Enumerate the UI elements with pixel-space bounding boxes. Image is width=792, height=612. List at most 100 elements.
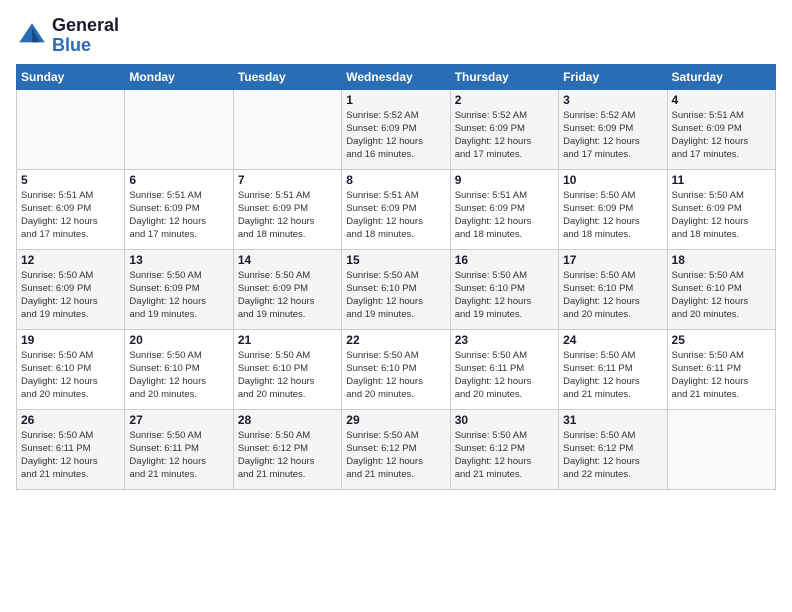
day-number: 25 — [672, 333, 771, 347]
day-info: Sunrise: 5:50 AM Sunset: 6:10 PM Dayligh… — [129, 349, 228, 402]
day-info: Sunrise: 5:50 AM Sunset: 6:10 PM Dayligh… — [21, 349, 120, 402]
calendar-day-header: Monday — [125, 64, 233, 89]
calendar-cell: 10 Sunrise: 5:50 AM Sunset: 6:09 PM Dayli… — [559, 169, 667, 249]
calendar-cell: 4 Sunrise: 5:51 AM Sunset: 6:09 PM Daylig… — [667, 89, 775, 169]
day-info: Sunrise: 5:50 AM Sunset: 6:10 PM Dayligh… — [238, 349, 337, 402]
day-info: Sunrise: 5:50 AM Sunset: 6:11 PM Dayligh… — [563, 349, 662, 402]
day-info: Sunrise: 5:50 AM Sunset: 6:11 PM Dayligh… — [672, 349, 771, 402]
calendar-cell: 17Sunrise: 5:50 AM Sunset: 6:10 PM Dayli… — [559, 249, 667, 329]
day-number: 30 — [455, 413, 554, 427]
day-info: Sunrise: 5:50 AM Sunset: 6:09 PM Dayligh… — [672, 189, 771, 242]
day-info: Sunrise: 5:50 AM Sunset: 6:10 PM Dayligh… — [672, 269, 771, 322]
day-number: 3 — [563, 93, 662, 107]
day-info: Sunrise: 5:50 AM Sunset: 6:10 PM Dayligh… — [455, 269, 554, 322]
day-info: Sunrise: 5:51 AM Sunset: 6:09 PM Dayligh… — [672, 109, 771, 162]
calendar-cell: 18 Sunrise: 5:50 AM Sunset: 6:10 PM Dayli… — [667, 249, 775, 329]
calendar-cell: 31Sunrise: 5:50 AM Sunset: 6:12 PM Dayli… — [559, 409, 667, 489]
logo-icon — [16, 20, 48, 52]
day-number: 1 — [346, 93, 445, 107]
day-number: 2 — [455, 93, 554, 107]
calendar-cell: 9 Sunrise: 5:51 AM Sunset: 6:09 PM Daylig… — [450, 169, 558, 249]
day-info: Sunrise: 5:52 AM Sunset: 6:09 PM Dayligh… — [455, 109, 554, 162]
calendar-cell: 1 Sunrise: 5:52 AM Sunset: 6:09 PM Daylig… — [342, 89, 450, 169]
page-header: General Blue — [16, 16, 776, 56]
day-number: 10 — [563, 173, 662, 187]
calendar-day-header: Friday — [559, 64, 667, 89]
day-number: 23 — [455, 333, 554, 347]
calendar-cell: 23 Sunrise: 5:50 AM Sunset: 6:11 PM Dayli… — [450, 329, 558, 409]
calendar-cell — [17, 89, 125, 169]
calendar-cell: 20 Sunrise: 5:50 AM Sunset: 6:10 PM Dayli… — [125, 329, 233, 409]
calendar-cell: 22Sunrise: 5:50 AM Sunset: 6:10 PM Dayli… — [342, 329, 450, 409]
day-info: Sunrise: 5:50 AM Sunset: 6:12 PM Dayligh… — [238, 429, 337, 482]
day-info: Sunrise: 5:50 AM Sunset: 6:09 PM Dayligh… — [129, 269, 228, 322]
calendar-cell: 14 Sunrise: 5:50 AM Sunset: 6:09 PM Dayli… — [233, 249, 341, 329]
day-number: 20 — [129, 333, 228, 347]
calendar-cell: 11 Sunrise: 5:50 AM Sunset: 6:09 PM Dayli… — [667, 169, 775, 249]
day-number: 14 — [238, 253, 337, 267]
calendar-cell: 28 Sunrise: 5:50 AM Sunset: 6:12 PM Dayli… — [233, 409, 341, 489]
day-number: 18 — [672, 253, 771, 267]
day-number: 4 — [672, 93, 771, 107]
calendar-cell: 21 Sunrise: 5:50 AM Sunset: 6:10 PM Dayli… — [233, 329, 341, 409]
calendar-day-header: Wednesday — [342, 64, 450, 89]
day-info: Sunrise: 5:50 AM Sunset: 6:10 PM Dayligh… — [346, 349, 445, 402]
day-number: 29 — [346, 413, 445, 427]
day-info: Sunrise: 5:50 AM Sunset: 6:11 PM Dayligh… — [455, 349, 554, 402]
day-number: 17 — [563, 253, 662, 267]
calendar-day-header: Sunday — [17, 64, 125, 89]
day-number: 26 — [21, 413, 120, 427]
day-number: 24 — [563, 333, 662, 347]
day-number: 21 — [238, 333, 337, 347]
day-info: Sunrise: 5:50 AM Sunset: 6:12 PM Dayligh… — [563, 429, 662, 482]
logo-text: General Blue — [52, 16, 119, 56]
calendar-cell: 7 Sunrise: 5:51 AM Sunset: 6:09 PM Daylig… — [233, 169, 341, 249]
calendar-cell: 27Sunrise: 5:50 AM Sunset: 6:11 PM Dayli… — [125, 409, 233, 489]
day-info: Sunrise: 5:51 AM Sunset: 6:09 PM Dayligh… — [238, 189, 337, 242]
day-number: 19 — [21, 333, 120, 347]
day-info: Sunrise: 5:51 AM Sunset: 6:09 PM Dayligh… — [455, 189, 554, 242]
day-number: 11 — [672, 173, 771, 187]
calendar-cell: 19 Sunrise: 5:50 AM Sunset: 6:10 PM Dayli… — [17, 329, 125, 409]
calendar-week-row: 12 Sunrise: 5:50 AM Sunset: 6:09 PM Dayli… — [17, 249, 776, 329]
day-number: 16 — [455, 253, 554, 267]
day-info: Sunrise: 5:51 AM Sunset: 6:09 PM Dayligh… — [21, 189, 120, 242]
day-info: Sunrise: 5:50 AM Sunset: 6:12 PM Dayligh… — [455, 429, 554, 482]
calendar-cell — [125, 89, 233, 169]
calendar-week-row: 19 Sunrise: 5:50 AM Sunset: 6:10 PM Dayli… — [17, 329, 776, 409]
day-number: 7 — [238, 173, 337, 187]
calendar-week-row: 5Sunrise: 5:51 AM Sunset: 6:09 PM Daylig… — [17, 169, 776, 249]
calendar-cell: 16 Sunrise: 5:50 AM Sunset: 6:10 PM Dayli… — [450, 249, 558, 329]
calendar-day-header: Tuesday — [233, 64, 341, 89]
day-number: 12 — [21, 253, 120, 267]
day-info: Sunrise: 5:51 AM Sunset: 6:09 PM Dayligh… — [346, 189, 445, 242]
day-number: 9 — [455, 173, 554, 187]
day-number: 13 — [129, 253, 228, 267]
calendar-cell — [233, 89, 341, 169]
day-number: 15 — [346, 253, 445, 267]
calendar-cell: 2 Sunrise: 5:52 AM Sunset: 6:09 PM Daylig… — [450, 89, 558, 169]
calendar-week-row: 26 Sunrise: 5:50 AM Sunset: 6:11 PM Dayli… — [17, 409, 776, 489]
calendar-cell: 24 Sunrise: 5:50 AM Sunset: 6:11 PM Dayli… — [559, 329, 667, 409]
calendar-day-header: Thursday — [450, 64, 558, 89]
calendar-cell: 12 Sunrise: 5:50 AM Sunset: 6:09 PM Dayli… — [17, 249, 125, 329]
day-info: Sunrise: 5:52 AM Sunset: 6:09 PM Dayligh… — [563, 109, 662, 162]
day-info: Sunrise: 5:50 AM Sunset: 6:09 PM Dayligh… — [21, 269, 120, 322]
day-info: Sunrise: 5:50 AM Sunset: 6:11 PM Dayligh… — [129, 429, 228, 482]
day-info: Sunrise: 5:50 AM Sunset: 6:11 PM Dayligh… — [21, 429, 120, 482]
calendar-cell: 8 Sunrise: 5:51 AM Sunset: 6:09 PM Daylig… — [342, 169, 450, 249]
day-info: Sunrise: 5:50 AM Sunset: 6:10 PM Dayligh… — [346, 269, 445, 322]
day-info: Sunrise: 5:50 AM Sunset: 6:09 PM Dayligh… — [238, 269, 337, 322]
calendar-week-row: 1 Sunrise: 5:52 AM Sunset: 6:09 PM Daylig… — [17, 89, 776, 169]
day-number: 8 — [346, 173, 445, 187]
day-info: Sunrise: 5:52 AM Sunset: 6:09 PM Dayligh… — [346, 109, 445, 162]
logo: General Blue — [16, 16, 119, 56]
calendar-cell: 15 Sunrise: 5:50 AM Sunset: 6:10 PM Dayli… — [342, 249, 450, 329]
calendar-header-row: SundayMondayTuesdayWednesdayThursdayFrid… — [17, 64, 776, 89]
calendar-cell: 29Sunrise: 5:50 AM Sunset: 6:12 PM Dayli… — [342, 409, 450, 489]
day-number: 6 — [129, 173, 228, 187]
day-number: 28 — [238, 413, 337, 427]
calendar-day-header: Saturday — [667, 64, 775, 89]
calendar-cell: 5Sunrise: 5:51 AM Sunset: 6:09 PM Daylig… — [17, 169, 125, 249]
day-info: Sunrise: 5:50 AM Sunset: 6:09 PM Dayligh… — [563, 189, 662, 242]
